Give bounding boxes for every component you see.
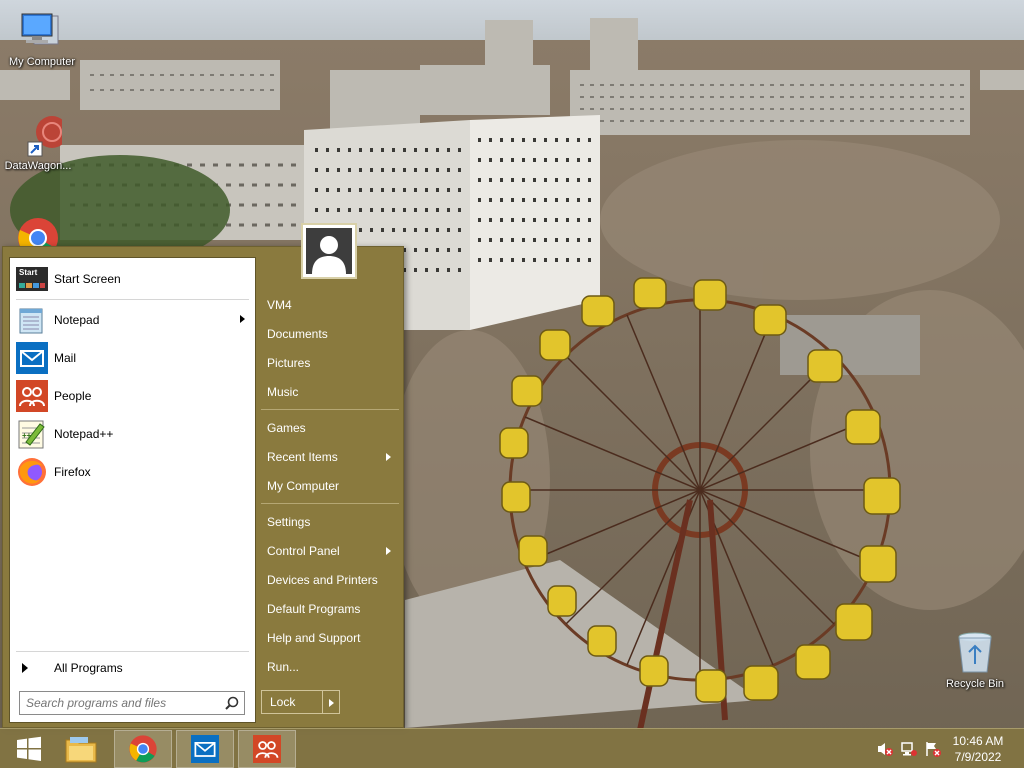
all-programs-label: All Programs [54, 661, 123, 675]
taskbar-chrome[interactable] [114, 730, 172, 768]
menu-item-music[interactable]: Music [261, 380, 401, 404]
windows-logo-icon [17, 736, 41, 761]
taskbar-file-explorer[interactable] [52, 730, 110, 768]
submenu-arrow-icon [240, 315, 245, 323]
clock-time: 10:46 AM [952, 734, 1004, 748]
desktop-icon-label: My Computer [8, 56, 76, 68]
menu-item-run[interactable]: Run... [261, 655, 401, 679]
menu-item-label: Help and Support [267, 631, 361, 645]
folder-icon [65, 737, 97, 763]
network-icon[interactable] [900, 741, 918, 757]
start-screen-badge: Start [19, 268, 38, 277]
start-button[interactable] [0, 730, 58, 768]
pinned-item-label: Start Screen [54, 272, 121, 286]
mail-icon [16, 342, 48, 374]
firefox-icon [16, 456, 48, 488]
menu-item-label: VM4 [267, 298, 292, 312]
menu-item-label: Recent Items [267, 450, 338, 464]
menu-item-label: Run... [267, 660, 300, 674]
pinned-item-label: Firefox [54, 465, 91, 479]
menu-item-documents[interactable]: Documents [261, 322, 401, 346]
people-icon [16, 380, 48, 412]
pinned-notepadpp[interactable]: ++ Notepad++ [10, 416, 255, 452]
desktop-icon-datawagon[interactable]: DataWagon... [0, 114, 80, 172]
all-programs-button[interactable]: All Programs [10, 656, 255, 680]
desktop-icon-label: Recycle Bin [945, 678, 1005, 690]
start-screen-icon: Start [16, 263, 48, 295]
menu-item-my-computer[interactable]: My Computer [261, 474, 401, 498]
menu-item-label: Pictures [267, 356, 311, 370]
pinned-start-screen[interactable]: Start Start Screen [10, 261, 255, 297]
notepad-icon [16, 304, 48, 336]
menu-item-settings[interactable]: Settings [261, 510, 401, 534]
notepadpp-icon: ++ [16, 418, 48, 450]
divider [16, 299, 249, 300]
menu-item-label: Music [267, 385, 299, 399]
pinned-item-label: Notepad++ [54, 427, 114, 441]
desktop-icon-chrome[interactable] [16, 216, 60, 246]
taskbar-clock[interactable]: 10:46 AM 7/9/2022 [948, 733, 1008, 765]
pinned-notepad[interactable]: Notepad [10, 302, 255, 338]
search-box [19, 691, 245, 715]
pinned-item-label: Mail [54, 351, 77, 365]
divider [261, 409, 399, 410]
menu-item-devices-and-printers[interactable]: Devices and Printers [261, 568, 401, 592]
action-center-alert-icon[interactable] [924, 741, 942, 757]
clock-date: 7/9/2022 [954, 750, 1002, 764]
start-menu-programs-pane: Start Start Screen Notepad Mail People +… [9, 257, 256, 723]
menu-item-label: Control Panel [267, 544, 340, 558]
power-options-arrow-button[interactable] [322, 690, 340, 714]
desktop-icon-recycle-bin[interactable]: Recycle Bin [933, 630, 1017, 690]
taskbar: 10:46 AM 7/9/2022 [0, 728, 1024, 768]
lock-button[interactable]: Lock [261, 690, 323, 714]
menu-item-label: Default Programs [267, 602, 361, 616]
menu-item-help-and-support[interactable]: Help and Support [261, 626, 401, 650]
pinned-item-label: People [54, 389, 92, 403]
divider [16, 651, 249, 652]
menu-item-vm4[interactable]: VM4 [261, 293, 401, 317]
search-input[interactable] [26, 696, 222, 710]
pinned-mail[interactable]: Mail [10, 340, 255, 376]
menu-item-default-programs[interactable]: Default Programs [261, 597, 401, 621]
lock-button-label: Lock [270, 695, 296, 709]
pinned-people[interactable]: People [10, 378, 255, 414]
desktop-icon-my-computer[interactable]: My Computer [0, 10, 84, 68]
menu-item-label: Games [267, 421, 306, 435]
system-tray: 10:46 AM 7/9/2022 [864, 729, 1024, 768]
menu-item-label: Documents [267, 327, 328, 341]
mail-icon [191, 735, 219, 763]
menu-item-label: Settings [267, 515, 311, 529]
computer-icon [21, 13, 59, 45]
submenu-arrow-icon [386, 453, 391, 461]
start-menu-places-pane: VM4 Documents Pictures Music Games Recen… [259, 247, 403, 727]
menu-item-games[interactable]: Games [261, 416, 401, 440]
chrome-icon [129, 735, 157, 763]
search-icon[interactable] [222, 693, 242, 713]
recycle-bin-icon [958, 632, 992, 673]
pinned-firefox[interactable]: Firefox [10, 454, 255, 490]
datawagon-shortcut-icon [27, 116, 62, 157]
expand-arrow-icon [22, 663, 28, 673]
start-menu: Start Start Screen Notepad Mail People +… [2, 223, 404, 728]
chrome-icon [18, 218, 58, 246]
volume-muted-icon[interactable] [876, 741, 894, 757]
menu-item-label: My Computer [267, 479, 340, 493]
taskbar-mail[interactable] [176, 730, 234, 768]
menu-item-label: Devices and Printers [267, 573, 378, 587]
desktop-icon-label: DataWagon... [4, 160, 72, 172]
divider [261, 503, 399, 504]
svg-text:++: ++ [22, 431, 32, 440]
menu-item-pictures[interactable]: Pictures [261, 351, 401, 375]
submenu-arrow-icon [386, 547, 391, 555]
pinned-item-label: Notepad [54, 313, 100, 327]
people-icon [253, 735, 281, 763]
taskbar-people[interactable] [238, 730, 296, 768]
menu-item-control-panel[interactable]: Control Panel [261, 539, 401, 563]
menu-item-recent-items[interactable]: Recent Items [261, 445, 401, 469]
